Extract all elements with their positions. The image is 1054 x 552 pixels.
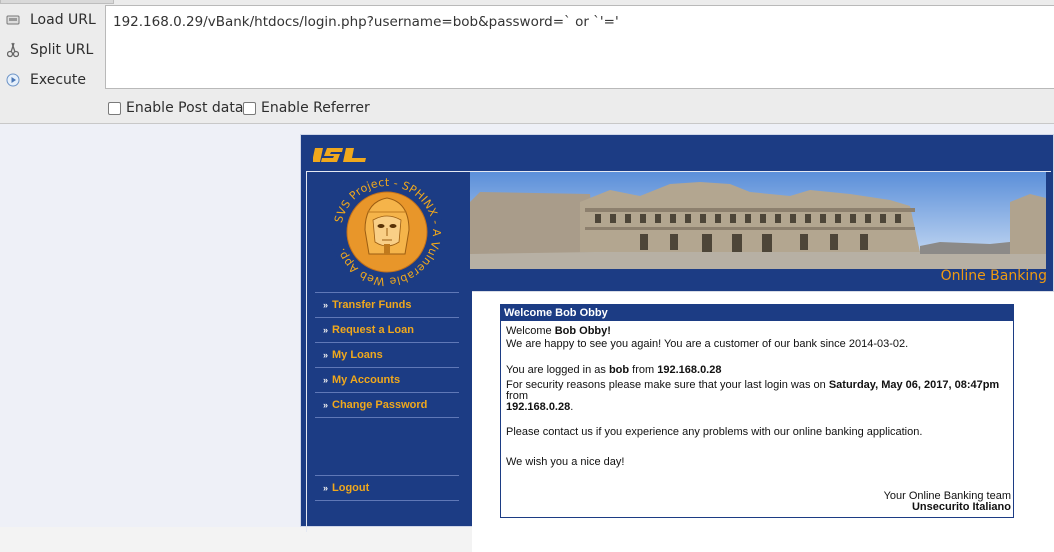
site-logo[interactable]: [312, 146, 369, 168]
company-line: Unsecurito Italiano: [911, 501, 1011, 513]
logged-in-line: You are logged in as bob from 192.168.0.…: [506, 364, 1008, 377]
load-url-button[interactable]: Load URL: [0, 6, 104, 34]
nav-item-label: Logout: [332, 482, 370, 494]
sphinx-emblem: SVS Project - SPHINX - A Vulnerable Web …: [327, 172, 477, 290]
double-chevron-icon: »: [323, 300, 329, 310]
nav-item-transfer-funds[interactable]: » Transfer Funds: [315, 293, 459, 318]
page-viewport: SVS Project - SPHINX - A Vulnerable Web …: [0, 124, 1054, 552]
nav-item-label: My Accounts: [332, 374, 401, 386]
checkbox-box[interactable]: [243, 101, 256, 115]
panel-title: Welcome Bob Obby: [501, 305, 1013, 321]
hackbar-toolbar: Load URL Split URL Execute 192.168.0.29/…: [0, 0, 1054, 124]
split-url-label: Split URL: [30, 42, 94, 58]
double-chevron-icon: »: [323, 483, 329, 493]
ip-address: 192.168.0.28: [657, 364, 722, 376]
double-chevron-icon: »: [323, 325, 329, 335]
enable-referrer-label: Enable Referrer: [261, 100, 370, 116]
load-url-label: Load URL: [30, 12, 96, 28]
main-content-area: Welcome Bob Obby Welcome Bob Obby! We ar…: [472, 291, 1054, 552]
play-icon: [5, 72, 21, 88]
site-layout: SVS Project - SPHINX - A Vulnerable Web …: [306, 171, 1054, 552]
welcome-prefix: Welcome: [506, 325, 555, 337]
url-input[interactable]: 192.168.0.29/vBank/htdocs/login.php?user…: [105, 5, 1054, 89]
panel-body: Welcome Bob Obby! We are happy to see yo…: [501, 321, 1013, 473]
last-login-date: Saturday, May 06, 2017, 08:47pm: [828, 379, 1000, 391]
nav-item-my-accounts[interactable]: » My Accounts: [315, 368, 459, 393]
enable-post-label: Enable Post data: [126, 100, 244, 116]
last-login-ip: 192.168.0.28: [506, 401, 571, 413]
last-login-line: For security reasons please make sure th…: [506, 380, 1008, 413]
period: .: [570, 401, 574, 413]
nav-item-label: Transfer Funds: [332, 299, 412, 311]
nav-item-request-loan[interactable]: » Request a Loan: [315, 318, 459, 343]
customer-name: Bob Obby!: [554, 325, 611, 337]
bank-site-frame: SVS Project - SPHINX - A Vulnerable Web …: [300, 134, 1054, 552]
nav-item-change-password[interactable]: » Change Password: [315, 393, 459, 418]
nav-item-label: Request a Loan: [332, 324, 414, 336]
signature: Your Online Banking team Unsecurito Ital…: [884, 491, 1011, 513]
split-url-button[interactable]: Split URL: [0, 36, 104, 64]
logged-from: from: [629, 364, 658, 376]
welcome-panel: Welcome Bob Obby Welcome Bob Obby! We ar…: [500, 304, 1014, 518]
double-chevron-icon: »: [323, 400, 329, 410]
scissors-icon: [5, 42, 21, 58]
username: bob: [608, 364, 630, 376]
load-url-icon: [5, 12, 21, 28]
execute-button[interactable]: Execute: [0, 66, 104, 94]
nav-item-label: Change Password: [332, 399, 428, 411]
security-prefix: For security reasons please make sure th…: [506, 379, 829, 391]
nav-item-label: My Loans: [332, 349, 383, 361]
double-chevron-icon: »: [323, 375, 329, 385]
nav-item-my-loans[interactable]: » My Loans: [315, 343, 459, 368]
execute-label: Execute: [30, 72, 86, 88]
enable-post-checkbox[interactable]: Enable Post data: [108, 100, 243, 116]
sidebar-nav: » Transfer Funds » Request a Loan » My L…: [315, 292, 459, 418]
logged-prefix: You are logged in as: [506, 364, 609, 376]
nice-day-line: We wish you a nice day!: [506, 456, 625, 468]
welcome-line: Welcome Bob Obby!: [506, 325, 1008, 338]
contact-line: Please contact us if you experience any …: [506, 426, 923, 438]
double-chevron-icon: »: [323, 350, 329, 360]
palace-banner-image: [470, 172, 1046, 269]
enable-referrer-checkbox[interactable]: Enable Referrer: [243, 100, 370, 116]
online-banking-label: Online Banking: [940, 268, 1047, 284]
customer-since-line: We are happy to see you again! You are a…: [506, 338, 909, 350]
nav-item-logout[interactable]: » Logout: [315, 476, 459, 501]
logout-section: » Logout: [315, 475, 459, 501]
checkbox-box[interactable]: [108, 101, 121, 115]
tab-edge: [0, 0, 114, 4]
